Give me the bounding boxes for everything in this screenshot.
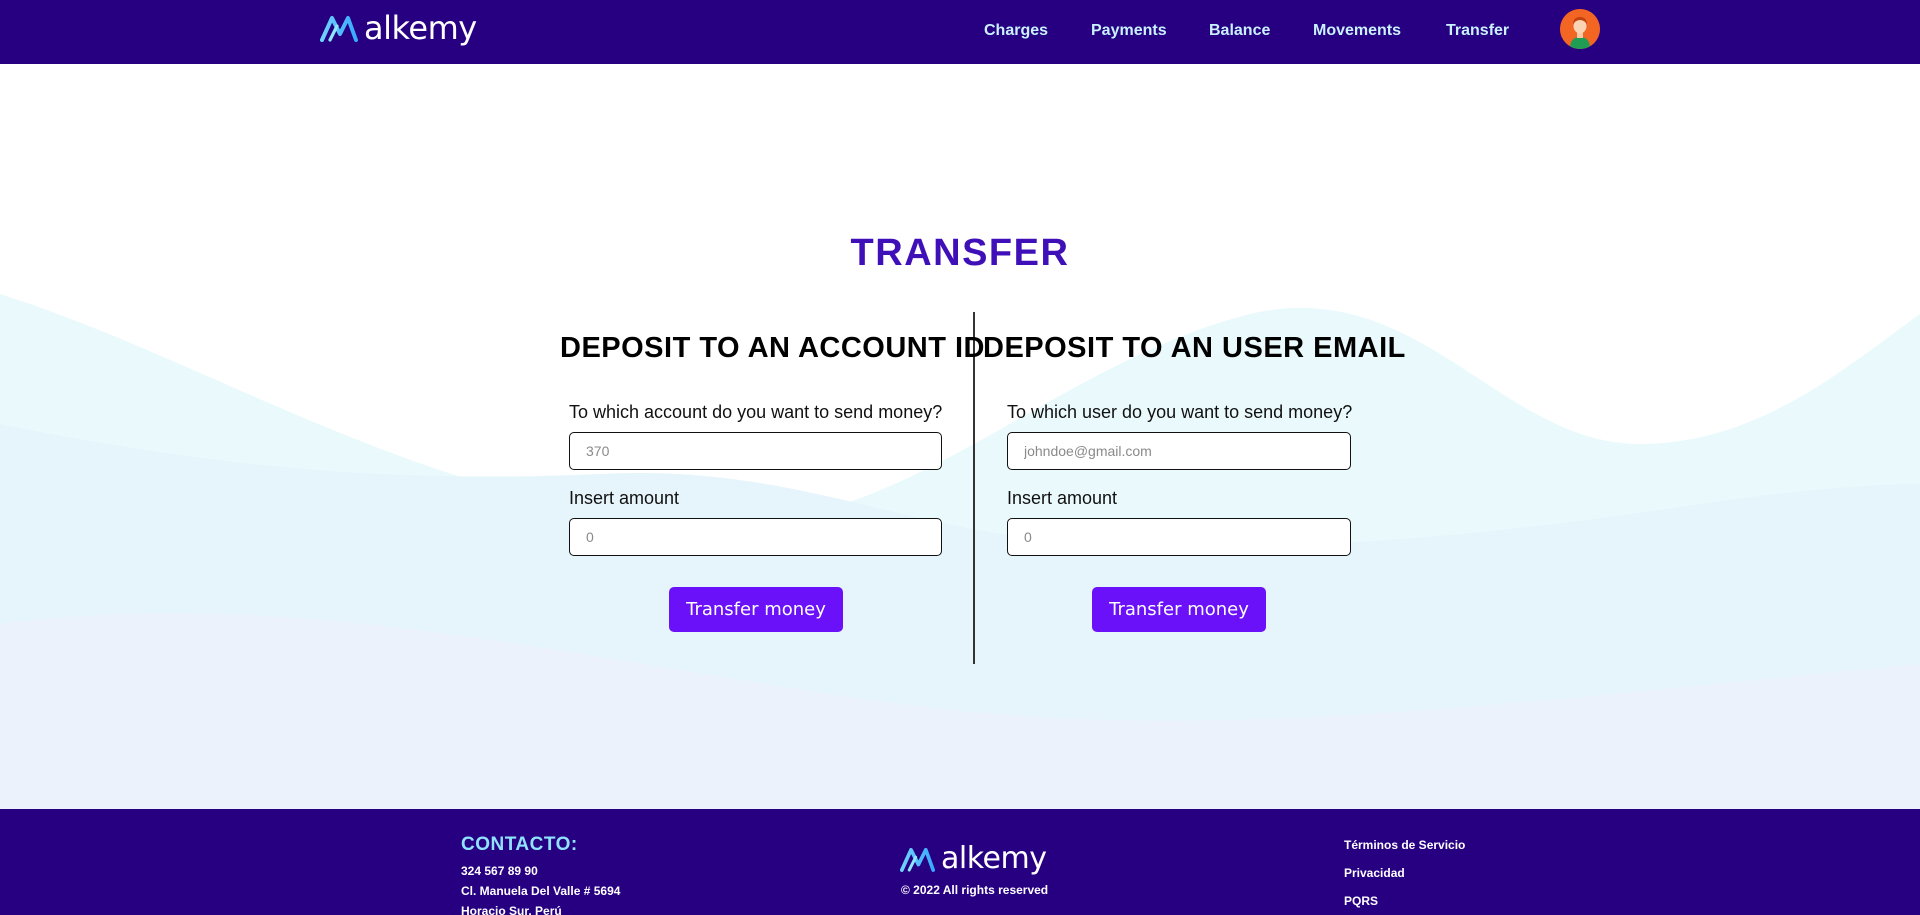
page-footer: CONTACTO: 324 567 89 90 Cl. Manuela Del … — [0, 809, 1920, 915]
avatar-icon — [1560, 9, 1600, 49]
email-transfer-button[interactable]: Transfer money — [1092, 587, 1266, 632]
contact-title: CONTACTO: — [461, 834, 578, 855]
footer-link-privacy[interactable]: Privacidad — [1344, 866, 1405, 880]
user-email-input[interactable] — [1007, 432, 1351, 470]
footer-link-terms[interactable]: Términos de Servicio — [1344, 838, 1465, 852]
nav-item-balance[interactable]: Balance — [1209, 22, 1270, 40]
account-amount-label: Insert amount — [569, 488, 680, 508]
contact-phone: 324 567 89 90 — [461, 864, 538, 878]
user-email-label: To which user do you want to send money? — [1007, 402, 1353, 422]
header-logo[interactable]: alkemy — [320, 8, 477, 48]
email-amount-label: Insert amount — [1007, 488, 1118, 508]
alkemy-logo-icon — [900, 847, 935, 872]
footer-brand-name: alkemy — [941, 841, 1047, 876]
account-amount-input[interactable] — [569, 518, 942, 556]
copyright-text: © 2022 All rights reserved — [901, 883, 1049, 897]
footer-link-pqrs[interactable]: PQRS — [1344, 894, 1378, 908]
nav-item-transfer[interactable]: Transfer — [1446, 22, 1509, 40]
user-avatar[interactable] — [1560, 9, 1600, 49]
account-id-label: To which account do you want to send mon… — [569, 402, 943, 422]
alkemy-logo-icon — [320, 16, 358, 42]
footer-logo[interactable]: alkemy — [900, 841, 1047, 877]
top-navbar: alkemy Charges Payments Balance Movement… — [0, 0, 1920, 64]
transfer-page: TRANSFER DEPOSIT TO AN ACCOUNT ID To whi… — [0, 64, 1920, 809]
brand-name: alkemy — [364, 9, 477, 47]
account-id-input[interactable] — [569, 432, 942, 470]
contact-address: Cl. Manuela Del Valle # 5694 — [461, 884, 621, 898]
email-section-title: DEPOSIT TO AN USER EMAIL — [983, 332, 1406, 364]
contact-city: Horacio Sur, Perú — [461, 904, 562, 915]
background-waves — [0, 294, 1920, 809]
nav-item-movements[interactable]: Movements — [1313, 22, 1401, 40]
page-title: TRANSFER — [850, 232, 1070, 274]
account-transfer-button[interactable]: Transfer money — [669, 587, 843, 632]
nav-item-charges[interactable]: Charges — [984, 22, 1048, 40]
email-amount-input[interactable] — [1007, 518, 1351, 556]
nav-item-payments[interactable]: Payments — [1091, 22, 1167, 40]
account-section-title: DEPOSIT TO AN ACCOUNT ID — [560, 332, 985, 364]
